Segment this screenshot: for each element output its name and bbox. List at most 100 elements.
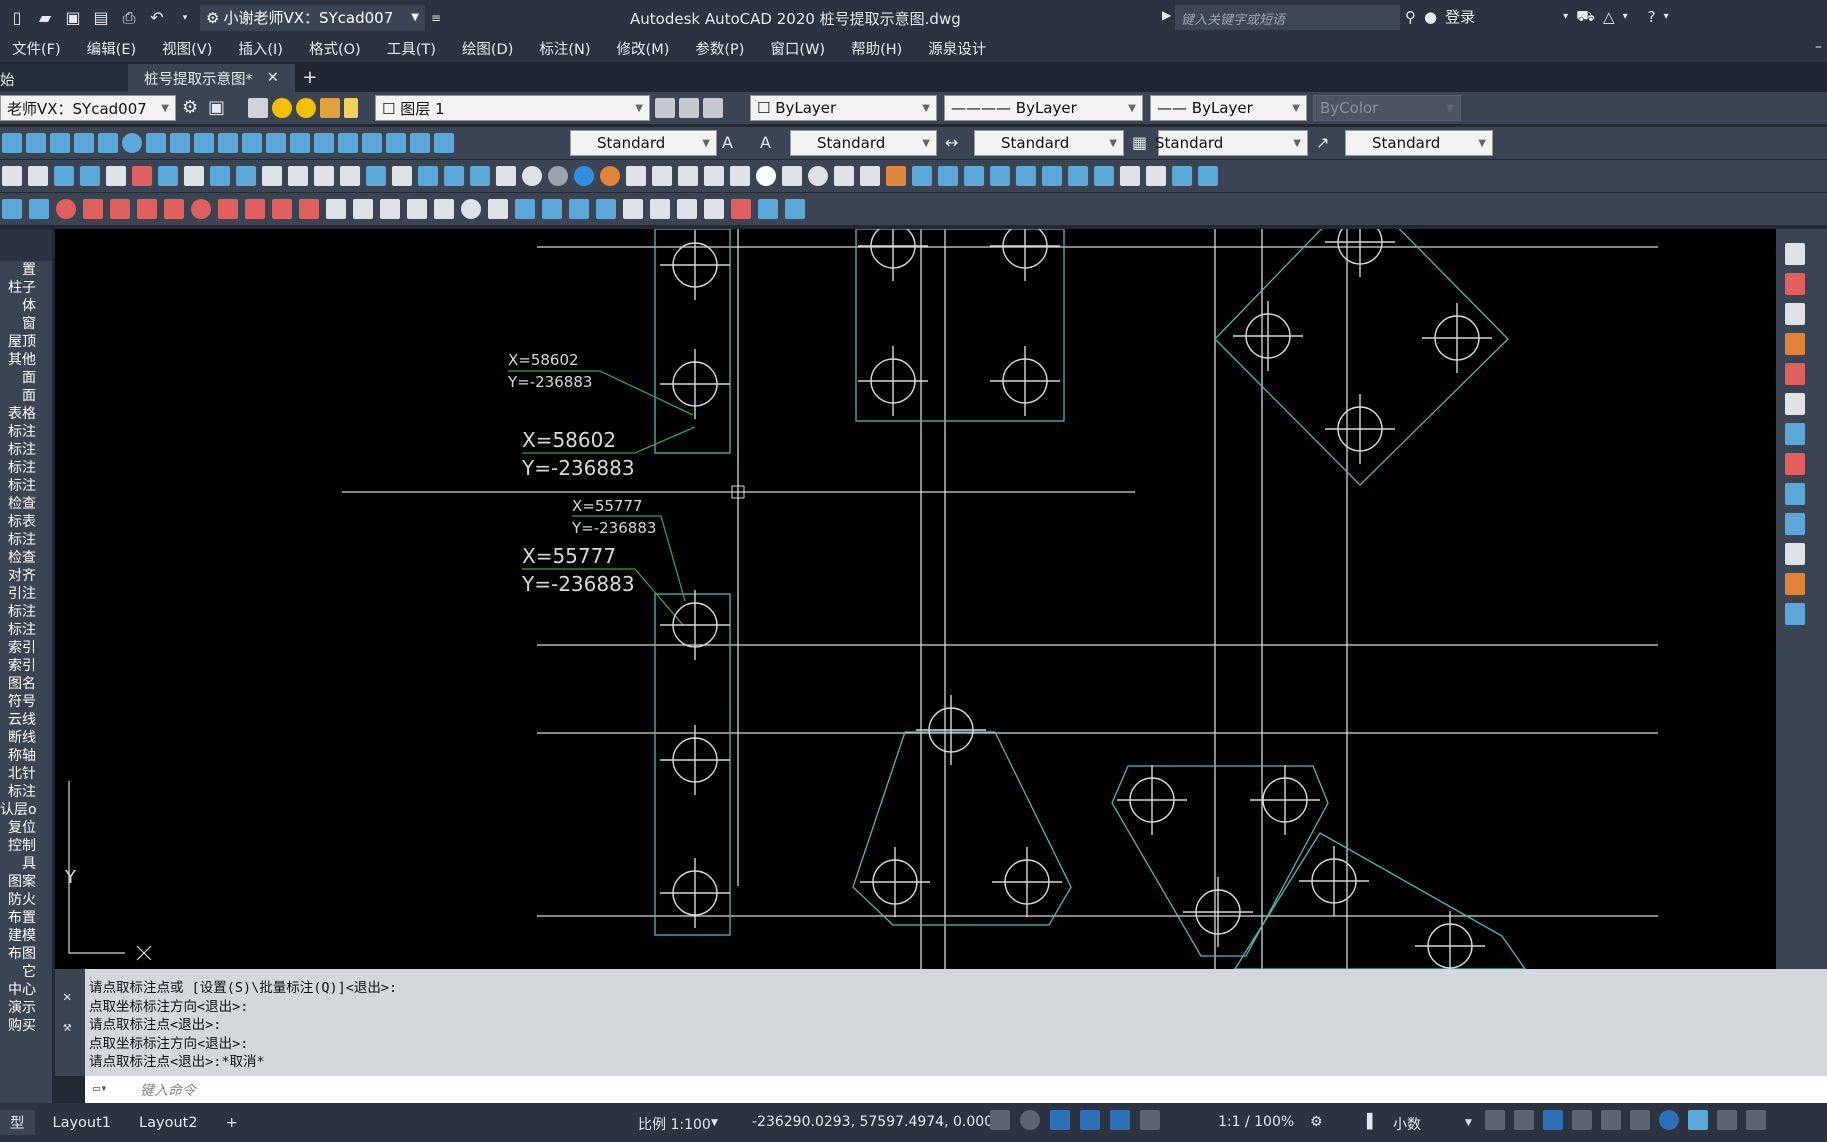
dim-baseline-icon[interactable]	[242, 133, 262, 153]
customize-qat-icon[interactable]: ≡	[425, 7, 447, 29]
dim-style-select[interactable]: Standard ▼	[974, 130, 1124, 156]
revolve-icon[interactable]	[990, 166, 1010, 186]
palette-item[interactable]: 面	[0, 387, 52, 405]
model-tool-11-icon[interactable]	[262, 166, 282, 186]
palette-item[interactable]: 布图	[0, 945, 52, 963]
tool-r8-icon[interactable]	[1785, 453, 1805, 475]
text-style-icon[interactable]: A	[722, 133, 733, 152]
palette-item[interactable]: 检查	[0, 549, 52, 567]
param-5-icon[interactable]	[434, 199, 454, 219]
model-tool-9-icon[interactable]	[210, 166, 230, 186]
dim-text-edit-icon[interactable]	[410, 133, 430, 153]
param-8-icon[interactable]	[515, 199, 535, 219]
union-icon[interactable]	[1042, 166, 1062, 186]
palette-item[interactable]: 认层o	[0, 801, 52, 819]
tool-r9-icon[interactable]	[1785, 483, 1805, 505]
palette-item[interactable]: 其他	[0, 351, 52, 369]
bracket-icon[interactable]	[245, 199, 265, 219]
menu-lines-icon[interactable]	[1601, 1110, 1621, 1130]
polyline-icon[interactable]	[2, 133, 22, 153]
new-file-icon[interactable]: ▯	[6, 7, 28, 29]
customize-icon[interactable]	[1746, 1110, 1766, 1130]
color-select[interactable]: ☐ ByLayer ▼	[750, 95, 937, 121]
cube-icon[interactable]	[678, 166, 698, 186]
palette-item[interactable]: 图名	[0, 675, 52, 693]
user-icon[interactable]: ●	[1424, 8, 1437, 26]
palette-item[interactable]: 窗	[0, 315, 52, 333]
menu-tools[interactable]: 工具(T)	[387, 38, 436, 59]
lines-icon[interactable]	[1630, 1110, 1650, 1130]
palette-item[interactable]: 中心	[0, 981, 52, 999]
planar-surface-icon[interactable]	[886, 166, 906, 186]
palette-item[interactable]: 布置	[0, 909, 52, 927]
palette-item[interactable]: 标注	[0, 621, 52, 639]
navigate-icon[interactable]	[1120, 166, 1140, 186]
print-icon[interactable]: ⎙	[118, 7, 140, 29]
palette-item[interactable]: 标注	[0, 441, 52, 459]
command-prompt-icon[interactable]: ▭▾	[93, 1081, 107, 1095]
palette-item[interactable]: 引注	[0, 585, 52, 603]
workspace-settings-icon[interactable]: ⚙	[182, 97, 198, 118]
command-input[interactable]: 键入命令	[85, 1076, 1827, 1103]
equal-icon[interactable]	[272, 199, 292, 219]
spline-icon[interactable]	[26, 133, 46, 153]
help-dropdown-icon[interactable]: ▾	[1664, 11, 1669, 22]
orange-sphere-icon[interactable]	[600, 166, 620, 186]
lock-icon[interactable]	[344, 98, 358, 118]
helix-icon[interactable]	[860, 166, 880, 186]
model-tool-4-icon[interactable]	[80, 166, 100, 186]
annotation-scale-icon[interactable]	[1140, 1110, 1160, 1130]
grid-snap-icon[interactable]	[50, 133, 70, 153]
layer-previous-icon[interactable]	[679, 98, 699, 118]
dim-ordinate-icon[interactable]	[266, 133, 286, 153]
table-style-select[interactable]: Standard ▼	[1155, 130, 1308, 156]
cylinder-icon[interactable]	[782, 166, 802, 186]
delete-constraint-icon[interactable]	[731, 199, 751, 219]
lineweight-select[interactable]: —— ByLayer ▼	[1150, 95, 1307, 121]
menu-dimension[interactable]: 标注(N)	[539, 38, 590, 59]
linetype-select[interactable]: ———— ByLayer ▼	[944, 95, 1143, 121]
menu-insert[interactable]: 插入(I)	[238, 38, 283, 59]
palette-item[interactable]: 标注	[0, 783, 52, 801]
pipe-icon[interactable]	[137, 199, 157, 219]
sun-icon[interactable]	[296, 98, 316, 118]
model-tool-17-icon[interactable]	[418, 166, 438, 186]
orbit-icon[interactable]	[1146, 166, 1166, 186]
bulb-icon[interactable]	[272, 98, 292, 118]
hardware-accel-icon[interactable]	[1659, 1110, 1679, 1130]
tool-r5-icon[interactable]	[1785, 363, 1805, 385]
workspace-select[interactable]: 老师VX：SYcad007 ▼	[0, 95, 176, 121]
tool-r11-icon[interactable]	[1785, 543, 1805, 565]
dim-space-icon[interactable]	[338, 133, 358, 153]
tab-layout1[interactable]: Layout1	[43, 1113, 122, 1133]
layer-properties-icon[interactable]	[248, 98, 268, 118]
tool-r13-icon[interactable]	[1785, 603, 1805, 625]
ucs-icon[interactable]	[1198, 166, 1218, 186]
extend-icon[interactable]	[218, 199, 238, 219]
param-9-icon[interactable]	[542, 199, 562, 219]
quick-properties-icon[interactable]	[1485, 1110, 1505, 1130]
dim-edit-icon[interactable]	[386, 133, 406, 153]
tool-r6-icon[interactable]	[1785, 393, 1805, 415]
model-tool-10-icon[interactable]	[236, 166, 256, 186]
blue-sphere-icon[interactable]	[574, 166, 594, 186]
tab-start[interactable]: 始	[0, 64, 128, 92]
palette-item[interactable]: 购买	[0, 1017, 52, 1035]
model-tool-2-icon[interactable]	[28, 166, 48, 186]
erase-icon[interactable]	[2, 199, 22, 219]
tab-layout2[interactable]: Layout2	[129, 1113, 208, 1133]
cart-icon[interactable]: ⛟	[1576, 7, 1595, 27]
palette-item[interactable]: 符号	[0, 693, 52, 711]
layer-match-2-icon[interactable]	[703, 98, 723, 118]
save-as-icon[interactable]: ▤	[90, 7, 112, 29]
view-icon[interactable]	[1172, 166, 1192, 186]
palette-item[interactable]: 复位	[0, 819, 52, 837]
a360-dropdown-icon[interactable]: ▾	[1623, 11, 1628, 22]
expand-arrow-icon[interactable]: ▶	[1162, 8, 1171, 22]
workspace-toolbar-icon[interactable]: ▣	[208, 97, 225, 118]
menu-file[interactable]: 文件(F)	[12, 38, 61, 59]
box-icon[interactable]	[652, 166, 672, 186]
close-icon[interactable]: ✕	[63, 989, 71, 1005]
login-link[interactable]: 登录	[1445, 6, 1475, 27]
menu-help[interactable]: 帮助(H)	[851, 38, 902, 59]
